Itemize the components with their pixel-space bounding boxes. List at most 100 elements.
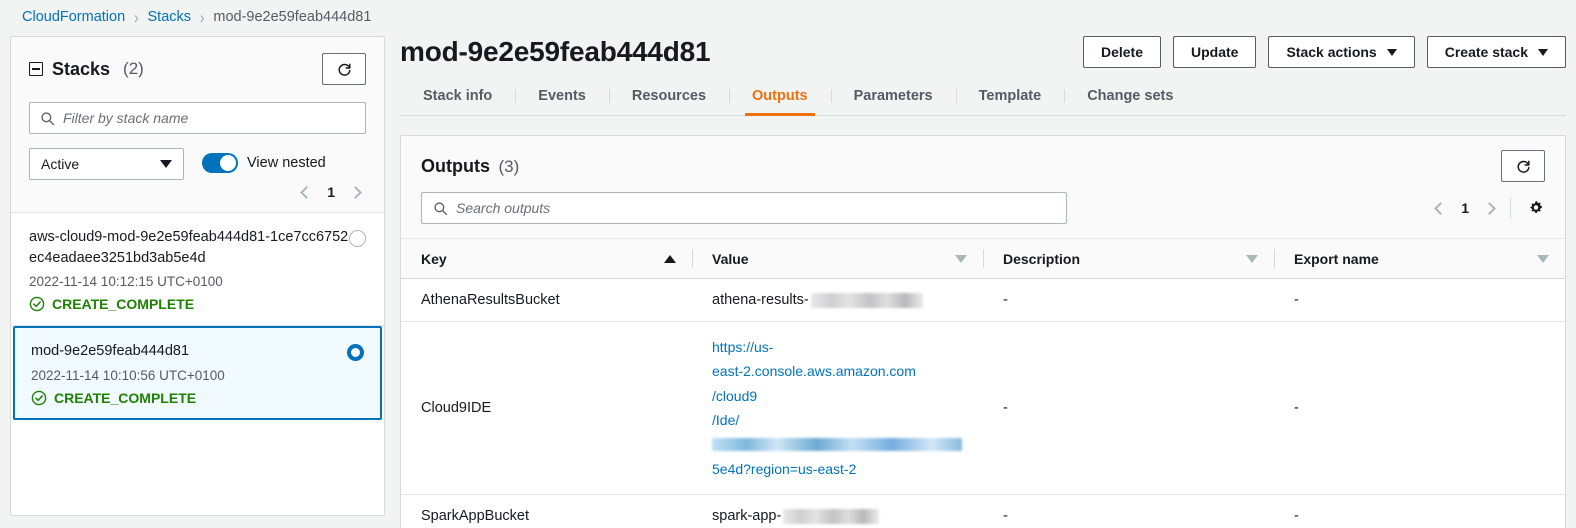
stacks-sidebar: Stacks (2) Filter by stack name Active V… xyxy=(10,36,385,516)
link-line-text: /Ide/ xyxy=(712,412,740,429)
stack-actions-button-label: Stack actions xyxy=(1286,44,1377,60)
breadcrumb-item-stacks[interactable]: Stacks xyxy=(148,9,192,25)
link-line: 5e4d?region=us-east-2 xyxy=(712,460,857,477)
sidebar-header: Stacks (2) Filter by stack name Active V… xyxy=(11,37,384,213)
stack-select-radio[interactable] xyxy=(349,230,366,247)
create-stack-button-label: Create stack xyxy=(1444,44,1528,60)
stack-actions-toolbar: Delete Update Stack actions Create stack xyxy=(1082,36,1566,68)
gear-icon[interactable] xyxy=(1527,199,1545,217)
sort-icon[interactable] xyxy=(955,254,967,263)
redacted-link-segment xyxy=(712,438,962,452)
outputs-page-number[interactable]: 1 xyxy=(1461,200,1469,216)
stack-status-label: CREATE_COMPLETE xyxy=(54,389,197,406)
column-header-value[interactable]: Value xyxy=(692,238,983,279)
main-content: mod-9e2e59feab444d81 Delete Update Stack… xyxy=(400,36,1566,528)
column-header-key-label: Key xyxy=(421,250,447,267)
status-filter-value: Active xyxy=(41,156,80,172)
output-value-text: spark-app- xyxy=(712,508,782,525)
delete-button-label: Delete xyxy=(1100,44,1143,60)
output-description: - xyxy=(983,321,1274,496)
check-circle-icon xyxy=(29,296,45,312)
view-nested-label: View nested xyxy=(247,155,326,171)
stack-actions-button[interactable]: Stack actions xyxy=(1268,36,1415,68)
chevron-left-icon[interactable] xyxy=(300,185,314,199)
stack-list: aws-cloud9-mod-9e2e59feab444d81-1ce7cc67… xyxy=(11,213,384,420)
search-icon xyxy=(41,111,55,125)
stack-list-item-selected[interactable]: mod-9e2e59feab444d81 2022-11-14 10:10:56… xyxy=(13,326,382,420)
status-filter-select[interactable]: Active xyxy=(29,148,184,180)
stack-status: CREATE_COMPLETE xyxy=(29,296,349,312)
view-nested-toggle[interactable] xyxy=(202,153,238,173)
column-header-description-label: Description xyxy=(1003,250,1081,267)
link-line: east-2.console.aws.amazon.com xyxy=(712,363,916,380)
redacted-value xyxy=(810,292,923,308)
chevron-right-icon[interactable] xyxy=(349,185,362,199)
tab-template[interactable]: Template xyxy=(955,88,1065,115)
check-circle-icon xyxy=(31,390,47,406)
chevron-right-icon[interactable] xyxy=(1483,201,1496,215)
delete-button[interactable]: Delete xyxy=(1082,36,1161,68)
breadcrumb-separator-icon: › xyxy=(134,7,139,27)
sort-icon[interactable] xyxy=(1246,254,1258,263)
column-header-key[interactable]: Key xyxy=(401,238,692,279)
output-value: https://us- east-2.console.aws.amazon.co… xyxy=(692,321,983,496)
chevron-down-icon xyxy=(160,160,172,168)
tab-parameters[interactable]: Parameters xyxy=(830,88,956,115)
link-line: /cloud9 xyxy=(712,387,758,404)
stack-date: 2022-11-14 10:10:56 UTC+0100 xyxy=(31,367,225,383)
tab-stack-info[interactable]: Stack info xyxy=(400,88,515,115)
redacted-value xyxy=(783,508,880,524)
link-line-redacted: /Ide/ xyxy=(712,408,983,457)
table-row: Cloud9IDE https://us- east-2.console.aws… xyxy=(401,321,1565,496)
output-key: AthenaResultsBucket xyxy=(401,278,692,322)
output-export-name: - xyxy=(1274,321,1565,496)
outputs-count: (3) xyxy=(498,156,520,176)
refresh-icon xyxy=(1517,160,1530,173)
sidebar-refresh-button[interactable] xyxy=(322,53,366,85)
outputs-panel: Outputs (3) Search outputs 1 Key Value D… xyxy=(400,135,1566,528)
chevron-left-icon[interactable] xyxy=(1434,201,1448,215)
table-row: AthenaResultsBucket athena-results- - - xyxy=(401,278,1565,322)
output-key: Cloud9IDE xyxy=(401,321,692,496)
tab-change-sets[interactable]: Change sets xyxy=(1064,88,1196,115)
tab-resources[interactable]: Resources xyxy=(608,88,729,115)
output-description: - xyxy=(1003,508,1008,525)
sidebar-page-number[interactable]: 1 xyxy=(327,184,335,200)
update-button[interactable]: Update xyxy=(1173,36,1257,68)
table-row: SparkAppBucket spark-app- - - xyxy=(401,495,1565,528)
tab-outputs[interactable]: Outputs xyxy=(729,88,831,116)
output-key: SparkAppBucket xyxy=(421,508,530,525)
search-icon xyxy=(434,201,448,215)
collapse-icon[interactable] xyxy=(29,62,43,76)
sidebar-stack-count: (2) xyxy=(123,59,144,78)
stack-select-radio-selected[interactable] xyxy=(347,344,364,362)
breadcrumb: CloudFormation › Stacks › mod-9e2e59feab… xyxy=(22,4,371,30)
column-header-description[interactable]: Description xyxy=(983,238,1274,279)
cloudformation-console: CloudFormation › Stacks › mod-9e2e59feab… xyxy=(0,0,1576,528)
column-header-value-label: Value xyxy=(712,250,749,267)
stack-list-item[interactable]: aws-cloud9-mod-9e2e59feab444d81-1ce7cc67… xyxy=(11,213,384,327)
breadcrumb-item-cloudformation[interactable]: CloudFormation xyxy=(22,9,125,25)
output-value-link[interactable]: https://us- east-2.console.aws.amazon.co… xyxy=(712,335,983,481)
output-value: spark-app- xyxy=(692,495,983,528)
outputs-refresh-button[interactable] xyxy=(1501,150,1545,182)
outputs-search-placeholder: Search outputs xyxy=(456,200,551,216)
output-value-text: athena-results- xyxy=(712,292,809,308)
update-button-label: Update xyxy=(1191,44,1239,60)
stack-detail-tabs: Stack info Events Resources Outputs Para… xyxy=(400,88,1566,116)
tab-events[interactable]: Events xyxy=(515,88,609,115)
sort-icon[interactable] xyxy=(1537,254,1549,263)
create-stack-button[interactable]: Create stack xyxy=(1426,36,1566,68)
column-header-export-name[interactable]: Export name xyxy=(1274,238,1565,279)
output-value: athena-results- xyxy=(692,278,983,322)
output-export-name: - xyxy=(1294,508,1299,525)
sort-ascending-icon[interactable] xyxy=(664,254,676,263)
chevron-down-icon xyxy=(1538,48,1548,56)
sidebar-title: Stacks xyxy=(52,58,111,79)
outputs-search-input[interactable]: Search outputs xyxy=(421,192,1067,224)
stack-name: aws-cloud9-mod-9e2e59feab444d81-1ce7cc67… xyxy=(29,229,349,266)
stack-filter-input[interactable]: Filter by stack name xyxy=(29,102,366,134)
sidebar-pagination: 1 xyxy=(29,178,366,200)
stack-name: mod-9e2e59feab444d81 xyxy=(31,343,190,360)
stack-status: CREATE_COMPLETE xyxy=(31,390,225,406)
